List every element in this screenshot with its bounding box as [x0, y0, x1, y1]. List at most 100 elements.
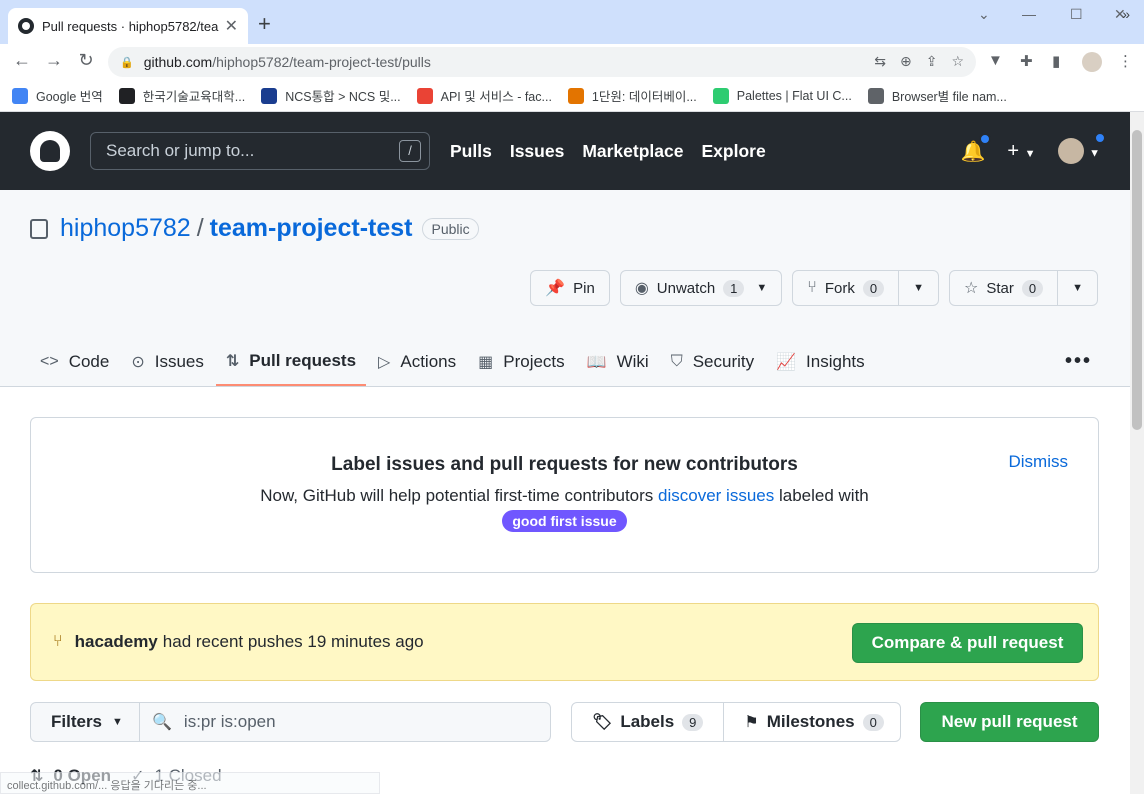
address-bar[interactable]: 🔒 github.com /hiphop5782/team-project-te… — [108, 47, 976, 77]
reload-button[interactable]: ↻ — [74, 50, 98, 71]
star-button-group: ☆ Star 0 ▼ — [949, 270, 1098, 306]
tab-projects[interactable]: ▦ Projects — [468, 338, 575, 386]
star-dropdown[interactable]: ▼ — [1057, 271, 1097, 305]
bookmark-star-icon[interactable]: ☆ — [951, 53, 964, 70]
push-user[interactable]: hacademy — [75, 632, 158, 652]
bookmark-favicon-icon — [261, 87, 278, 104]
nav-issues[interactable]: Issues — [510, 141, 564, 162]
unwatch-button[interactable]: ◉ Unwatch 1 ▼ — [619, 270, 783, 306]
search-input[interactable]: Search or jump to... / — [90, 132, 430, 170]
labels-milestones: 🏷 Labels 9 ⚑ Milestones 0 — [571, 702, 901, 742]
zoom-icon[interactable]: ⊕ — [900, 53, 912, 70]
back-button[interactable]: ← — [10, 50, 34, 71]
eye-icon: ◉ — [634, 280, 649, 297]
bookmark-item[interactable]: NCS통합 > NCS 및... — [261, 86, 401, 105]
tab-search-icon[interactable]: ⌄ — [978, 6, 990, 23]
new-pull-request-button[interactable]: New pull request — [920, 702, 1099, 742]
translate-icon[interactable]: ⇆ — [874, 53, 886, 70]
close-tab-icon[interactable]: ✕ — [225, 16, 238, 36]
browser-menu-icon[interactable]: ⋮ — [1118, 52, 1133, 70]
code-icon: <> — [40, 353, 59, 370]
unwatch-label: Unwatch — [656, 279, 716, 297]
filters-dropdown[interactable]: Filters ▼ — [30, 702, 140, 742]
fork-dropdown[interactable]: ▼ — [898, 271, 938, 305]
labels-link[interactable]: 🏷 Labels 9 — [572, 703, 723, 741]
github-logo-icon[interactable] — [30, 131, 70, 171]
nav-explore[interactable]: Explore — [701, 141, 765, 162]
graph-icon: 📈 — [776, 354, 797, 371]
tab-security[interactable]: ⛉ Security — [661, 338, 764, 386]
scrollbar-thumb[interactable] — [1132, 130, 1142, 430]
tag-icon: 🏷 — [592, 714, 613, 731]
browser-tab[interactable]: Pull requests · hiphop5782/team-project-… — [8, 8, 248, 44]
tab-actions[interactable]: ▷ Actions — [368, 338, 466, 386]
new-tab-button[interactable]: + — [258, 12, 271, 36]
tab-insights[interactable]: 📈 Insights — [766, 338, 875, 386]
bookmark-item[interactable]: 1단원: 데이터베이... — [567, 86, 697, 105]
pin-icon: 📌 — [545, 280, 566, 297]
watch-count: 1 — [723, 279, 745, 297]
minimize-button[interactable]: — — [1022, 6, 1036, 22]
lock-icon[interactable]: 🔒 — [120, 56, 134, 69]
maximize-button[interactable]: ☐ — [1070, 6, 1083, 23]
recent-pushes-alert: ⑂ hacademy had recent pushes 19 minutes … — [30, 603, 1099, 681]
extension-icon[interactable]: ▼ — [988, 52, 1003, 69]
tab-code[interactable]: <> Code — [30, 338, 119, 386]
bookmark-label: Browser별 file nam... — [891, 90, 1007, 104]
more-tabs-icon[interactable]: ••• — [1065, 350, 1092, 373]
search-input[interactable]: 🔍 is:pr is:open — [139, 702, 551, 742]
bookmark-item[interactable]: Browser별 file nam... — [867, 86, 1007, 105]
dismiss-button[interactable]: Dismiss — [1009, 452, 1069, 472]
star-count: 0 — [1021, 279, 1044, 297]
nav-pulls[interactable]: Pulls — [450, 141, 492, 162]
repo-owner-link[interactable]: hiphop5782 — [60, 214, 191, 243]
milestones-link[interactable]: ⚑ Milestones 0 — [723, 703, 903, 741]
profile-avatar[interactable] — [1082, 52, 1102, 72]
url-path: /hiphop5782/team-project-test/pulls — [212, 54, 431, 70]
tab-pull-requests[interactable]: ⇅ Pull requests — [215, 338, 367, 386]
bookmark-label: API 및 서비스 - fac... — [440, 90, 552, 104]
tab-label: Projects — [503, 352, 565, 371]
page-scrollbar[interactable] — [1130, 112, 1144, 794]
shield-icon: ⛉ — [670, 353, 683, 370]
star-button[interactable]: ☆ Star 0 — [950, 271, 1057, 305]
visibility-badge: Public — [422, 217, 479, 240]
user-menu[interactable]: ▼ — [1057, 132, 1106, 164]
create-new-button[interactable]: + ▼ — [1007, 140, 1035, 163]
bookmarks-bar: Google 번역 한국기술교육대학... NCS통합 > NCS 및... API … — [0, 80, 1144, 112]
forward-button[interactable]: → — [42, 50, 66, 71]
fork-button[interactable]: ⑂ Fork 0 — [793, 271, 898, 305]
repo-icon — [30, 218, 48, 239]
good-first-issue-label[interactable]: good first issue — [502, 510, 627, 532]
bookmark-item[interactable]: Palettes | Flat UI C... — [712, 87, 852, 104]
fork-label: Fork — [824, 279, 855, 297]
side-panel-icon[interactable]: ▮ — [1052, 52, 1060, 70]
tab-strip: Pull requests · hiphop5782/team-project-… — [0, 0, 1144, 44]
tab-issues[interactable]: ⊙ Issues — [121, 338, 214, 386]
extensions-puzzle-icon[interactable]: ✚ — [1020, 52, 1033, 70]
nav-marketplace[interactable]: Marketplace — [582, 141, 683, 162]
bookmark-favicon-icon — [712, 87, 729, 104]
search-placeholder: Search or jump to... — [106, 141, 255, 160]
tab-wiki[interactable]: 📖 Wiki — [577, 338, 659, 386]
compare-pull-request-button[interactable]: Compare & pull request — [852, 623, 1083, 663]
pin-button[interactable]: 📌 Pin — [530, 270, 610, 306]
bookmark-item[interactable]: Google 번역 — [12, 86, 103, 105]
notifications-bell-icon[interactable]: 🔔 — [961, 132, 992, 164]
repo-name-link[interactable]: team-project-test — [210, 214, 413, 243]
share-icon[interactable]: ⇪ — [926, 53, 938, 70]
tab-label: Pull requests — [249, 351, 357, 370]
github-header: Search or jump to... / Pulls Issues Mark… — [0, 112, 1130, 190]
fork-icon: ⑂ — [807, 279, 817, 296]
browser-tab-title: Pull requests · hiphop5782/team-project-… — [42, 18, 219, 34]
bookmark-item[interactable]: API 및 서비스 - fac... — [416, 86, 552, 105]
header-actions: 🔔 + ▼ ▼ — [961, 132, 1106, 164]
bookmark-label: NCS통합 > NCS 및... — [285, 90, 401, 104]
bookmark-favicon-icon — [867, 87, 884, 104]
bookmark-label: 한국기술교육대학... — [142, 90, 246, 104]
bookmark-item[interactable]: 한국기술교육대학... — [118, 86, 246, 105]
discover-issues-link[interactable]: discover issues — [658, 486, 774, 505]
branch-icon: ⑂ — [53, 633, 63, 650]
browser-chrome: Pull requests · hiphop5782/team-project-… — [0, 0, 1144, 112]
bookmarks-more-icon[interactable]: » — [1122, 6, 1130, 22]
